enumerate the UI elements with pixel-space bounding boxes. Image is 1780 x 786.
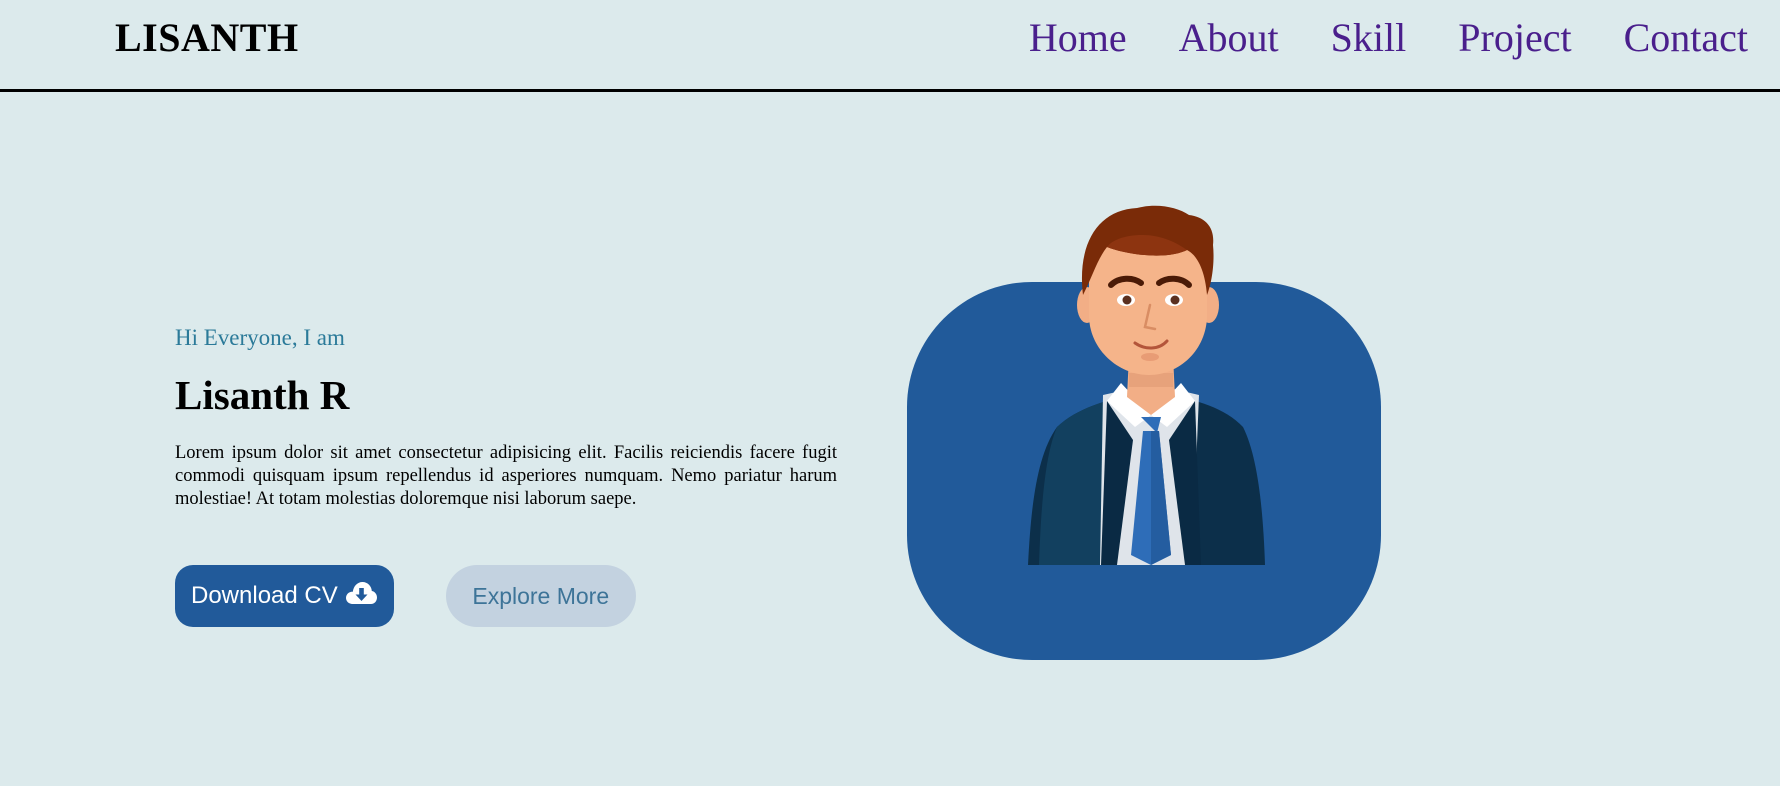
hero-name: Lisanth R	[175, 372, 350, 418]
download-cv-button[interactable]: Download CV	[175, 565, 394, 627]
nav-link-project[interactable]: Project	[1458, 14, 1571, 61]
nav-link-skill[interactable]: Skill	[1331, 14, 1407, 61]
main-nav: Home About Skill Project Contact	[1029, 14, 1748, 61]
avatar	[907, 205, 1381, 660]
site-header: LISANTH Home About Skill Project Contact	[0, 0, 1780, 92]
nav-link-contact[interactable]: Contact	[1624, 14, 1748, 61]
cloud-download-icon	[344, 580, 378, 613]
nav-link-about[interactable]: About	[1179, 14, 1279, 61]
nav-link-home[interactable]: Home	[1029, 14, 1127, 61]
hero-buttons: Download CV Explore More	[175, 565, 636, 627]
hero-bio: Lorem ipsum dolor sit amet consectetur a…	[175, 443, 837, 509]
download-cv-label: Download CV	[191, 582, 338, 609]
explore-more-button[interactable]: Explore More	[445, 565, 636, 627]
hero-greeting: Hi Everyone, I am	[175, 325, 345, 350]
site-logo[interactable]: LISANTH	[115, 14, 299, 61]
hero-intro: Hi Everyone, I am Lisanth R Lorem ipsum …	[175, 325, 837, 511]
businessman-illustration	[1028, 205, 1265, 565]
